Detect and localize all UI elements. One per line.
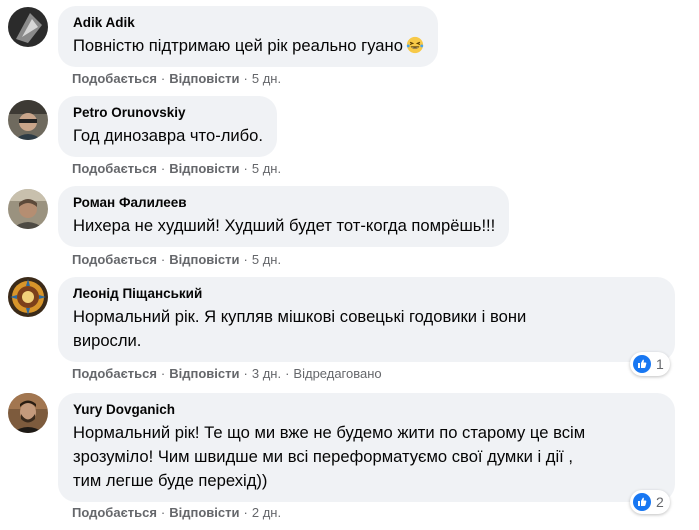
comment-text: Нормальний рік! Те що ми вже не будемо ж… xyxy=(73,421,661,493)
comment-text-line: Повністю підтримаю цей рік реально гуано xyxy=(73,36,403,55)
comment-text-line: тим легше буде перехід)) xyxy=(73,471,268,490)
comment-bubble: Yury Dovganich Нормальний рік! Те що ми … xyxy=(58,393,675,502)
comment-text-line: Год динозавра что-либо. xyxy=(73,126,264,145)
comment-timestamp[interactable]: 5 дн. xyxy=(252,252,281,267)
comment-timestamp[interactable]: 5 дн. xyxy=(252,71,281,86)
reaction-count: 1 xyxy=(656,356,664,372)
like-icon xyxy=(633,493,651,511)
avatar[interactable] xyxy=(8,277,48,317)
reply-action[interactable]: Відповісти xyxy=(169,366,239,381)
comment-text-line: зрозуміло! Чим швидше ми всі переформату… xyxy=(73,447,573,466)
comment-text-line: виросли. xyxy=(73,331,142,350)
edited-label[interactable]: Відредаговано xyxy=(293,366,381,381)
separator: · xyxy=(160,252,166,267)
comment-actions: Подобається · Відповісти · 5 дн. xyxy=(72,161,281,177)
comment-author[interactable]: Adik Adik xyxy=(73,14,424,32)
comment-bubble: Petro Orunovskiy Год динозавра что-либо. xyxy=(58,96,278,157)
comment-actions: Подобається · Відповісти · 5 дн. xyxy=(72,71,281,87)
comment-text-line: Нихера не худший! Худший будет тот-когда… xyxy=(73,216,496,235)
comment-author[interactable]: Petro Orunovskiy xyxy=(73,104,263,122)
like-action[interactable]: Подобається xyxy=(72,252,157,267)
comment-text: Нихера не худший! Худший будет тот-когда… xyxy=(73,214,495,238)
avatar[interactable] xyxy=(8,189,48,229)
avatar[interactable] xyxy=(8,7,48,47)
separator: · xyxy=(160,161,166,176)
separator: · xyxy=(160,505,166,520)
comment-actions: Подобається · Відповісти · 5 дн. xyxy=(72,252,281,268)
separator: · xyxy=(243,366,248,381)
like-action[interactable]: Подобається xyxy=(72,71,157,86)
grinning-squinting-tears-emoji xyxy=(406,36,424,54)
separator: · xyxy=(285,366,290,381)
reply-action[interactable]: Відповісти xyxy=(169,161,239,176)
like-action[interactable]: Подобається xyxy=(72,366,157,381)
separator: · xyxy=(243,161,248,176)
comment-text-line: Нормальний рік! Те що ми вже не будемо ж… xyxy=(73,423,586,442)
comment-text-line: Нормальний рік. Я купляв мішкові совецьк… xyxy=(73,307,527,326)
reply-action[interactable]: Відповісти xyxy=(169,252,239,267)
comment-timestamp[interactable]: 5 дн. xyxy=(252,161,281,176)
reaction-count: 2 xyxy=(656,494,664,510)
like-action[interactable]: Подобається xyxy=(72,161,157,176)
separator: · xyxy=(243,505,248,520)
avatar[interactable] xyxy=(8,100,48,140)
separator: · xyxy=(160,366,166,381)
comment-timestamp[interactable]: 3 дн. xyxy=(252,366,281,381)
comment-actions: Подобається · Відповісти · 2 дн. xyxy=(72,505,281,521)
separator: · xyxy=(243,252,248,267)
comment-actions: Подобається · Відповісти · 3 дн. · Відредагова… xyxy=(72,366,382,382)
separator: · xyxy=(160,71,166,86)
reaction-summary[interactable]: 1 xyxy=(630,352,670,376)
comment-author[interactable]: Yury Dovganich xyxy=(73,401,661,419)
like-action[interactable]: Подобається xyxy=(72,505,157,520)
comment-author[interactable]: Роман Фалилеев xyxy=(73,194,495,212)
comment-author[interactable]: Леонід Піщанський xyxy=(73,285,661,303)
separator: · xyxy=(243,71,248,86)
avatar[interactable] xyxy=(8,393,48,433)
reaction-summary[interactable]: 2 xyxy=(630,490,670,514)
comment-timestamp[interactable]: 2 дн. xyxy=(252,505,281,520)
comment-bubble: Роман Фалилеев Нихера не худший! Худший … xyxy=(58,186,510,247)
comment-thread: Adik Adik Повністю підтримаю цей рік реа… xyxy=(0,0,699,530)
reply-action[interactable]: Відповісти xyxy=(169,505,239,520)
comment-text: Нормальний рік. Я купляв мішкові совецьк… xyxy=(73,305,661,353)
comment-bubble: Adik Adik Повністю підтримаю цей рік реа… xyxy=(58,6,438,67)
comment-text: Повністю підтримаю цей рік реально гуано xyxy=(73,34,424,58)
like-icon xyxy=(633,355,651,373)
reply-action[interactable]: Відповісти xyxy=(169,71,239,86)
comment-text: Год динозавра что-либо. xyxy=(73,124,263,148)
comment-bubble: Леонід Піщанський Нормальний рік. Я купл… xyxy=(58,277,675,362)
